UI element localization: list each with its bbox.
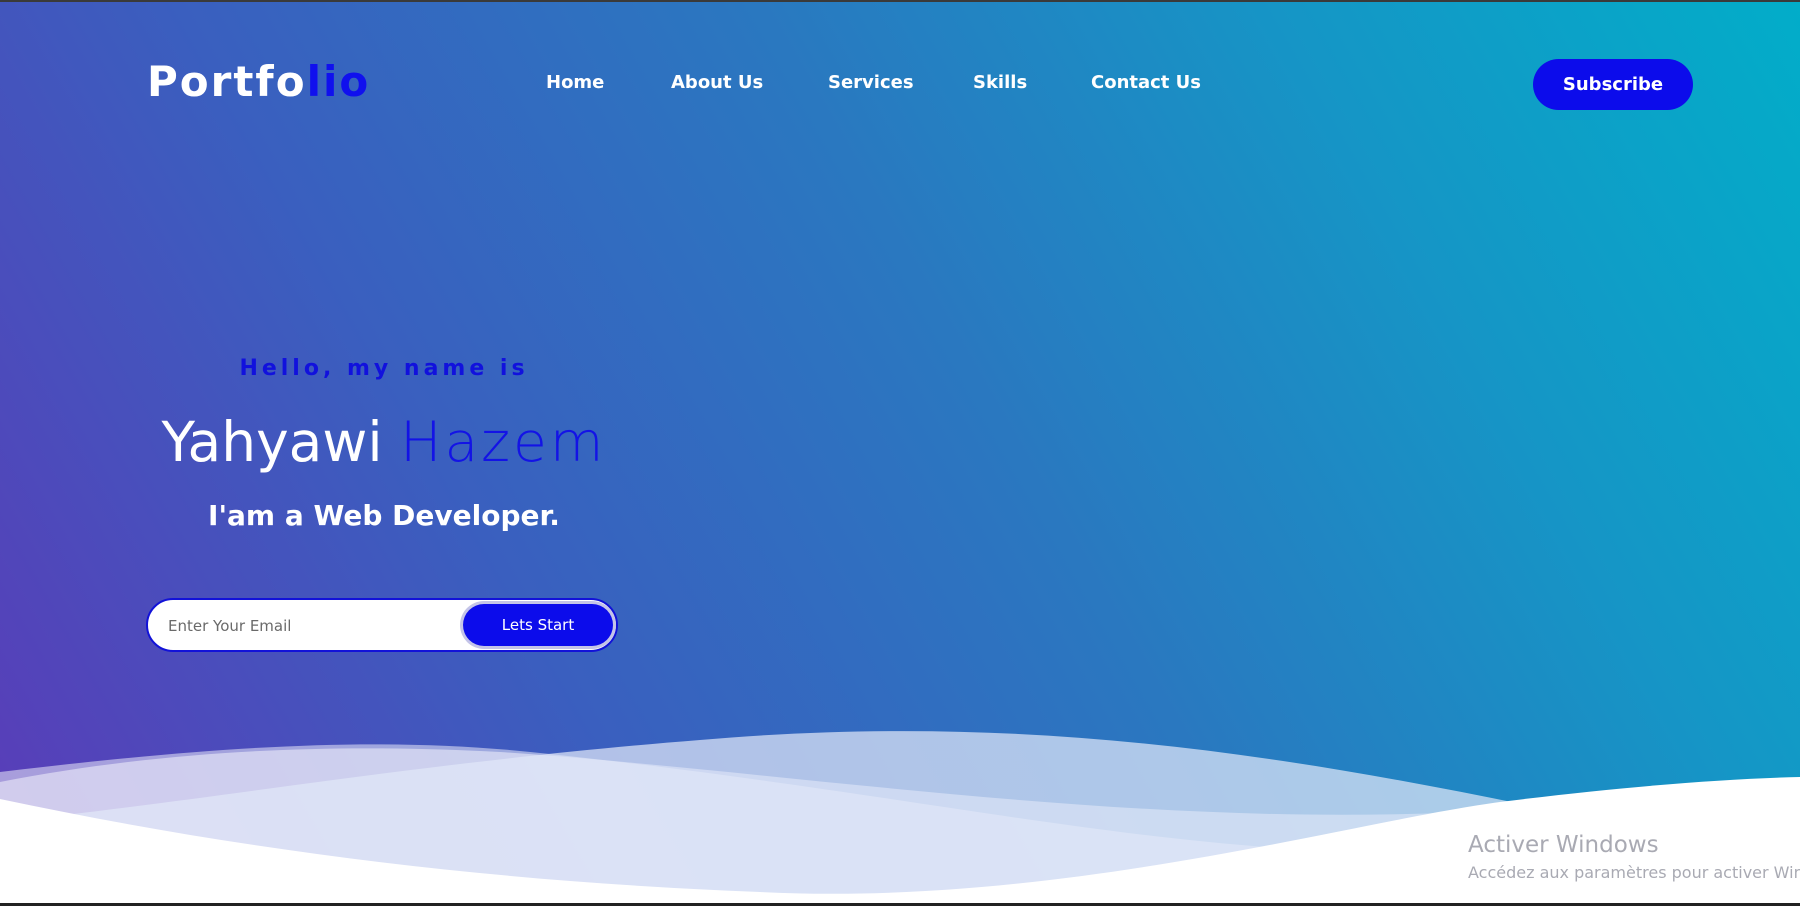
first-name: Yahyawi (161, 410, 383, 474)
nav-contact-us[interactable]: Contact Us (1091, 72, 1201, 93)
nav-home[interactable]: Home (546, 72, 604, 93)
activation-subtitle: Accédez aux paramètres pour activer Wind… (1468, 863, 1800, 882)
lets-start-button[interactable]: Lets Start (463, 604, 613, 646)
subscribe-button[interactable]: Subscribe (1533, 59, 1693, 110)
nav-about-us[interactable]: About Us (671, 72, 763, 93)
nav-services[interactable]: Services (828, 72, 914, 93)
email-signup-form: Lets Start (146, 598, 618, 652)
activation-watermark: Activer Windows Accédez aux paramètres p… (1468, 832, 1800, 882)
last-name: Hazem (400, 410, 607, 474)
nav-skills[interactable]: Skills (973, 72, 1027, 93)
hero-name: Yahyawi Hazem (150, 410, 618, 474)
email-input[interactable] (166, 600, 440, 652)
logo-main: Portfo (147, 57, 307, 106)
role-text: I'am a Web Developer. (208, 499, 560, 532)
hero-section: Portfolio Home About Us Services Skills … (0, 2, 1800, 903)
greeting-text: Hello, my name is (239, 356, 529, 381)
activation-title: Activer Windows (1468, 832, 1659, 858)
logo-accent: lio (306, 57, 371, 106)
logo[interactable]: Portfolio (147, 57, 370, 106)
